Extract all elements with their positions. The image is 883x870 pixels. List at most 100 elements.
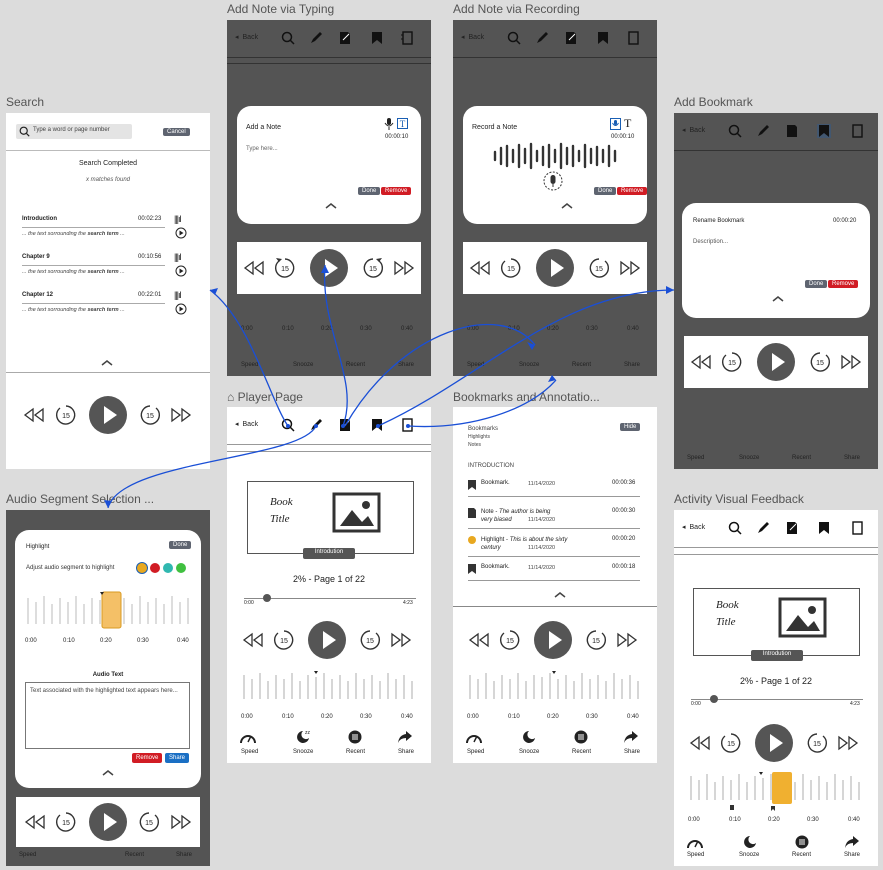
bookmark-icon[interactable] bbox=[370, 31, 384, 45]
chevron-up-icon[interactable] bbox=[561, 203, 573, 209]
recent-label[interactable]: Recent bbox=[792, 455, 811, 461]
note-icon[interactable] bbox=[785, 521, 799, 535]
note-icon[interactable] bbox=[338, 31, 352, 45]
fast-forward-icon[interactable] bbox=[389, 632, 413, 648]
microphone-icon[interactable] bbox=[384, 118, 394, 130]
cancel-button[interactable]: Cancel bbox=[163, 128, 190, 136]
snooze-label[interactable]: Snooze bbox=[519, 362, 539, 368]
book-icon[interactable] bbox=[400, 418, 414, 432]
play-button[interactable] bbox=[89, 396, 127, 434]
skip-forward-icon[interactable]: 15 bbox=[358, 628, 382, 652]
speed-label[interactable]: Speed bbox=[687, 852, 704, 858]
share-label[interactable]: Share bbox=[624, 362, 640, 368]
rewind-icon[interactable] bbox=[468, 260, 492, 276]
keyboard-icon[interactable]: T bbox=[397, 118, 408, 129]
skip-forward-icon[interactable]: 15 bbox=[361, 256, 385, 280]
pen-icon[interactable] bbox=[535, 31, 549, 45]
remove-button[interactable]: Remove bbox=[132, 753, 163, 763]
share-icon[interactable] bbox=[397, 730, 413, 744]
book-icon[interactable] bbox=[850, 124, 864, 138]
pen-icon[interactable] bbox=[309, 418, 323, 432]
done-button[interactable]: Done bbox=[805, 280, 828, 288]
recent-label[interactable]: Recent bbox=[792, 852, 811, 858]
speed-label[interactable]: Speed bbox=[467, 362, 484, 368]
chevron-up-icon[interactable] bbox=[772, 296, 784, 302]
color-swatch[interactable] bbox=[137, 563, 147, 573]
snooze-icon[interactable] bbox=[742, 834, 758, 849]
skip-back-icon[interactable]: 15 bbox=[54, 810, 78, 834]
annotation-item[interactable]: Note - The author is being very biased 1… bbox=[468, 507, 640, 531]
speed-icon[interactable] bbox=[466, 730, 482, 744]
skip-forward-icon[interactable]: 15 bbox=[137, 810, 161, 834]
search-icon[interactable] bbox=[281, 31, 295, 45]
skip-forward-icon[interactable]: 15 bbox=[808, 350, 832, 374]
color-swatch[interactable] bbox=[176, 563, 186, 573]
result-row[interactable]: Chapter 9 00:10:56 |||ıl ... the text so… bbox=[22, 252, 190, 284]
share-label[interactable]: Share bbox=[398, 749, 414, 755]
recent-label[interactable]: Recent bbox=[346, 749, 365, 755]
search-icon[interactable] bbox=[507, 31, 521, 45]
done-button[interactable]: Done bbox=[594, 187, 617, 195]
annotation-item[interactable]: Highlight - This is about the sixty cent… bbox=[468, 535, 640, 559]
annotation-item[interactable]: Bookmark. 11/14/2020 00:00:18 bbox=[468, 563, 640, 583]
back-button[interactable]: ◂ Back bbox=[682, 126, 705, 135]
rewind-icon[interactable] bbox=[22, 407, 46, 423]
play-circle-icon[interactable] bbox=[175, 303, 187, 315]
skip-back-icon[interactable]: 15 bbox=[498, 628, 522, 652]
snooze-icon[interactable] bbox=[521, 729, 537, 744]
chevron-up-icon[interactable] bbox=[554, 592, 566, 598]
bookmark-icon[interactable] bbox=[370, 418, 384, 432]
fast-forward-icon[interactable] bbox=[392, 260, 416, 276]
chevron-up-icon[interactable] bbox=[101, 360, 113, 366]
done-button[interactable]: Done bbox=[358, 187, 381, 195]
recent-label[interactable]: Recent bbox=[125, 852, 144, 858]
microphone-icon[interactable] bbox=[610, 118, 621, 130]
search-icon[interactable] bbox=[728, 521, 742, 535]
chevron-up-icon[interactable] bbox=[325, 203, 337, 209]
recent-label[interactable]: Recent bbox=[346, 362, 365, 368]
search-icon[interactable] bbox=[728, 124, 742, 138]
snooze-label[interactable]: Snooze bbox=[519, 749, 539, 755]
recent-label[interactable]: Recent bbox=[572, 362, 591, 368]
note-icon[interactable] bbox=[564, 31, 578, 45]
skip-back-icon[interactable]: 15 bbox=[499, 256, 523, 280]
progress-thumb[interactable] bbox=[710, 695, 718, 703]
audio-timeline[interactable] bbox=[468, 669, 640, 703]
segment-timeline[interactable] bbox=[26, 590, 194, 630]
speed-label[interactable]: Speed bbox=[241, 749, 258, 755]
rewind-icon[interactable] bbox=[241, 632, 265, 648]
text-mode-icon[interactable]: T bbox=[624, 116, 631, 131]
back-button[interactable]: ◂ Back bbox=[235, 420, 258, 429]
result-row[interactable]: Introduction 00:02:23 |||ıl ... the text… bbox=[22, 214, 190, 246]
fast-forward-icon[interactable] bbox=[618, 260, 642, 276]
audio-timeline[interactable] bbox=[242, 669, 414, 703]
fast-forward-icon[interactable] bbox=[615, 632, 639, 648]
remove-button[interactable]: Remove bbox=[828, 280, 859, 288]
hide-button[interactable]: Hide bbox=[620, 423, 641, 431]
skip-back-icon[interactable]: 15 bbox=[273, 256, 297, 280]
tab-highlights[interactable]: Highlights bbox=[468, 433, 498, 441]
audio-text-box[interactable]: Text associated with the highlighted tex… bbox=[25, 682, 190, 749]
search-icon[interactable] bbox=[281, 418, 295, 432]
recent-icon[interactable] bbox=[795, 835, 809, 849]
speed-icon[interactable] bbox=[240, 730, 256, 744]
rewind-icon[interactable] bbox=[242, 260, 266, 276]
color-swatch[interactable] bbox=[150, 563, 160, 573]
search-input[interactable]: Type a word or page number bbox=[16, 124, 132, 139]
recent-label[interactable]: Recent bbox=[572, 749, 591, 755]
fast-forward-icon[interactable] bbox=[839, 354, 863, 370]
chapter-chip[interactable]: Introdution bbox=[303, 548, 355, 559]
chapter-chip[interactable]: Introdution bbox=[751, 650, 803, 661]
skip-forward-icon[interactable]: 15 bbox=[805, 731, 829, 755]
skip-back-icon[interactable]: 15 bbox=[719, 731, 743, 755]
play-button[interactable] bbox=[536, 249, 574, 287]
tab-bookmarks[interactable]: Bookmarks bbox=[468, 425, 498, 433]
bookmark-icon[interactable] bbox=[817, 521, 831, 535]
bookmark-icon[interactable] bbox=[596, 31, 610, 45]
skip-forward-icon[interactable]: 15 bbox=[138, 403, 162, 427]
book-icon[interactable] bbox=[850, 521, 864, 535]
share-button[interactable]: Share bbox=[165, 753, 190, 763]
book-icon[interactable] bbox=[626, 31, 640, 45]
play-button[interactable] bbox=[755, 724, 793, 762]
bookmark-icon[interactable] bbox=[817, 124, 831, 138]
